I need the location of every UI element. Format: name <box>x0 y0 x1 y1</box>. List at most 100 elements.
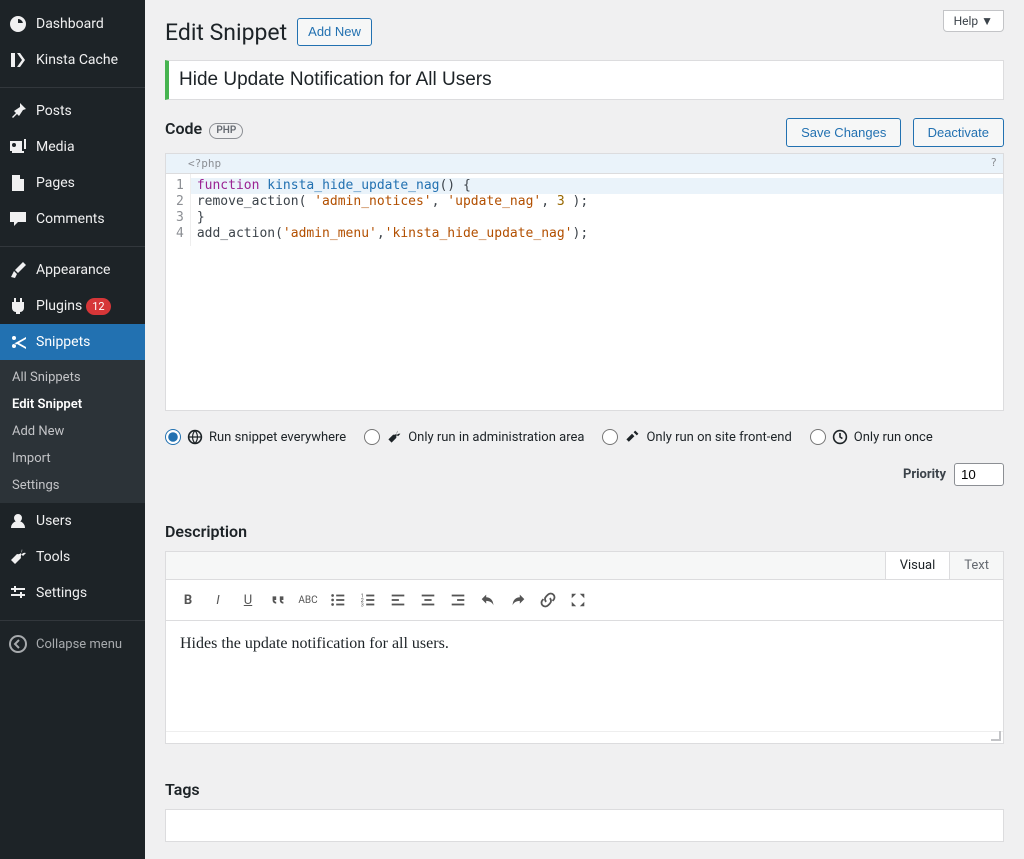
description-heading: Description <box>165 522 1004 541</box>
priority-label: Priority <box>903 467 946 482</box>
page-title: Edit Snippet <box>165 19 287 46</box>
link-button[interactable] <box>534 586 562 614</box>
snippet-title-input[interactable] <box>165 60 1004 100</box>
comments-icon <box>8 209 28 229</box>
description-resize-handle[interactable] <box>166 731 1003 743</box>
submenu-settings[interactable]: Settings <box>0 472 145 499</box>
description-box: Visual Text B I U ABC 123 Hides the <box>165 551 1004 744</box>
menu-media[interactable]: Media <box>0 129 145 165</box>
admin-sidebar: Dashboard Kinsta Cache Posts Media Pages… <box>0 0 145 859</box>
add-new-button[interactable]: Add New <box>297 18 372 46</box>
code-body[interactable]: function kinsta_hide_update_nag() {remov… <box>191 174 1003 246</box>
code-label: Code <box>165 119 202 138</box>
scope-everywhere[interactable]: Run snippet everywhere <box>165 429 346 445</box>
fullscreen-button[interactable] <box>564 586 592 614</box>
wrench-icon <box>386 429 402 445</box>
menu-separator <box>0 616 145 621</box>
submenu-label: All Snippets <box>12 370 81 385</box>
page-title-row: Edit Snippet Add New <box>165 18 1004 46</box>
submenu-add-new[interactable]: Add New <box>0 418 145 445</box>
bullet-list-button[interactable] <box>324 586 352 614</box>
submenu-label: Add New <box>12 424 64 439</box>
priority-input[interactable] <box>954 463 1004 486</box>
pin-icon <box>8 101 28 121</box>
scope-radio[interactable] <box>165 429 181 445</box>
redo-button[interactable] <box>504 586 532 614</box>
italic-button[interactable]: I <box>204 586 232 614</box>
align-center-button[interactable] <box>414 586 442 614</box>
pages-icon <box>8 173 28 193</box>
menu-appearance[interactable]: Appearance <box>0 252 145 288</box>
scope-radio[interactable] <box>810 429 826 445</box>
hammer-icon <box>624 429 640 445</box>
menu-users[interactable]: Users <box>0 503 145 539</box>
menu-label: Plugins <box>36 298 82 314</box>
submenu-label: Import <box>12 451 51 466</box>
code-editor[interactable]: <?php ? 1234 function kinsta_hide_update… <box>165 153 1004 411</box>
scope-admin[interactable]: Only run in administration area <box>364 429 584 445</box>
scope-once[interactable]: Only run once <box>810 429 933 445</box>
undo-button[interactable] <box>474 586 502 614</box>
menu-posts[interactable]: Posts <box>0 93 145 129</box>
collapse-menu[interactable]: Collapse menu <box>0 626 145 662</box>
submenu-all-snippets[interactable]: All Snippets <box>0 364 145 391</box>
submenu-import[interactable]: Import <box>0 445 145 472</box>
scope-label: Only run once <box>854 430 933 445</box>
plugins-badge: 12 <box>86 298 110 315</box>
align-left-button[interactable] <box>384 586 412 614</box>
tab-label: Text <box>964 558 989 573</box>
priority-group: Priority <box>903 463 1004 486</box>
menu-separator <box>0 242 145 247</box>
strikethrough-button[interactable]: ABC <box>294 586 322 614</box>
text-tab[interactable]: Text <box>949 552 1003 579</box>
kinsta-icon <box>8 50 28 70</box>
visual-tab[interactable]: Visual <box>885 552 950 579</box>
save-changes-top-button[interactable]: Save Changes <box>786 118 901 147</box>
scissors-icon <box>8 332 28 352</box>
scope-row: Run snippet everywhere Only run in admin… <box>165 429 1004 486</box>
wrench-icon <box>8 547 28 567</box>
editor-toolbar: B I U ABC 123 <box>166 580 1003 621</box>
plugin-icon <box>8 296 28 316</box>
menu-label: Tools <box>36 549 70 565</box>
menu-label: Dashboard <box>36 16 104 32</box>
brush-icon <box>8 260 28 280</box>
php-pill: PHP <box>209 123 243 139</box>
tags-input[interactable] <box>165 809 1004 842</box>
media-icon <box>8 137 28 157</box>
menu-label: Settings <box>36 585 87 601</box>
menu-plugins[interactable]: Plugins 12 <box>0 288 145 324</box>
menu-pages[interactable]: Pages <box>0 165 145 201</box>
quote-button[interactable] <box>264 586 292 614</box>
menu-kinsta[interactable]: Kinsta Cache <box>0 42 145 78</box>
scope-radio[interactable] <box>364 429 380 445</box>
menu-snippets[interactable]: Snippets <box>0 324 145 360</box>
menu-label: Users <box>36 513 72 529</box>
menu-dashboard[interactable]: Dashboard <box>0 6 145 42</box>
deactivate-button[interactable]: Deactivate <box>913 118 1004 147</box>
main-content: Help ▼ Edit Snippet Add New Code PHP Sav… <box>145 0 1024 859</box>
numbered-list-button[interactable]: 123 <box>354 586 382 614</box>
underline-button[interactable]: U <box>234 586 262 614</box>
scope-radio[interactable] <box>602 429 618 445</box>
menu-label: Snippets <box>36 334 90 350</box>
tab-label: Visual <box>900 558 936 573</box>
sliders-icon <box>8 583 28 603</box>
editor-help-icon: ? <box>990 156 997 169</box>
align-right-button[interactable] <box>444 586 472 614</box>
collapse-label: Collapse menu <box>36 637 122 652</box>
menu-tools[interactable]: Tools <box>0 539 145 575</box>
menu-settings[interactable]: Settings <box>0 575 145 611</box>
submenu-edit-snippet[interactable]: Edit Snippet <box>0 391 145 418</box>
menu-label: Pages <box>36 175 75 191</box>
snippets-submenu: All Snippets Edit Snippet Add New Import… <box>0 360 145 503</box>
menu-label: Media <box>36 139 75 155</box>
scope-frontend[interactable]: Only run on site front-end <box>602 429 791 445</box>
menu-label: Appearance <box>36 262 110 278</box>
description-editor[interactable]: Hides the update notification for all us… <box>166 621 1003 731</box>
bold-button[interactable]: B <box>174 586 202 614</box>
tags-heading: Tags <box>165 780 1004 799</box>
description-text: Hides the update notification for all us… <box>180 635 449 652</box>
help-tab[interactable]: Help ▼ <box>943 10 1004 32</box>
menu-comments[interactable]: Comments <box>0 201 145 237</box>
